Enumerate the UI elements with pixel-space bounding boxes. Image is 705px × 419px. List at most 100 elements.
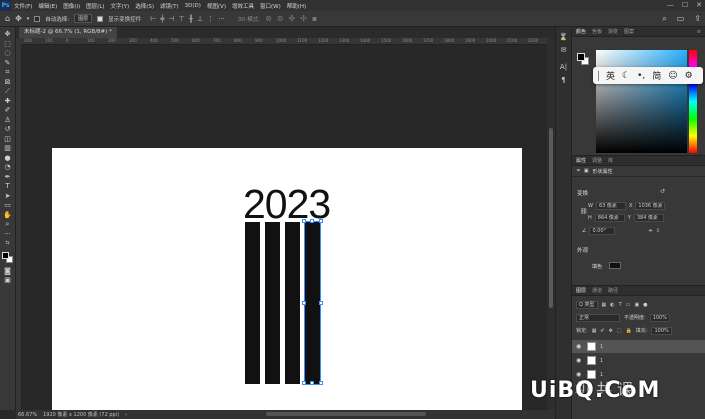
transform-handle-mr[interactable] (319, 301, 323, 305)
layer-name[interactable]: 1 (600, 358, 603, 364)
fill-color-swatch[interactable] (609, 262, 621, 269)
fill-pct-field[interactable]: 100% (651, 326, 672, 335)
show-transform-checkbox[interactable] (97, 15, 104, 22)
panel-color-swatches[interactable] (577, 53, 589, 65)
document-tab[interactable]: 未标题-2 @ 66.7% (1, RGB/8#) * (19, 27, 117, 38)
align-left-icon[interactable]: ⊢ (150, 15, 156, 23)
menu-image[interactable]: 图像(I) (60, 2, 83, 10)
eyedropper-icon[interactable]: ⟋ (1, 87, 15, 97)
tab-layers[interactable]: 图层 (576, 287, 586, 294)
marquee-icon[interactable]: ⬚ (1, 40, 15, 50)
layer-name[interactable]: 1 (600, 344, 603, 350)
quick-mask-icon[interactable]: ◙ (1, 267, 15, 277)
minimize-button[interactable]: — (667, 1, 674, 9)
align-hcenter-icon[interactable]: ╪ (160, 15, 164, 23)
horizontal-scroll-thumb[interactable] (266, 412, 426, 416)
zoom-icon[interactable]: ⌕ (1, 220, 15, 230)
pen-icon[interactable]: ✒ (1, 173, 15, 183)
3d-orbit-icon[interactable]: ⊛ (265, 14, 272, 23)
paragraph-icon[interactable]: ¶ (561, 76, 565, 84)
close-button[interactable]: ✕ (696, 1, 702, 9)
appearance-section[interactable]: 外观 (577, 246, 588, 254)
more-options-icon[interactable]: ··· (218, 15, 225, 23)
y-field[interactable]: 384 像素 (633, 214, 664, 222)
flip-v-icon[interactable]: ⇳ (656, 228, 660, 234)
menu-file[interactable]: 文件(F) (11, 2, 35, 10)
x-field[interactable]: 1036 像素 (635, 202, 666, 210)
crop-icon[interactable]: ⌗ (1, 68, 15, 78)
color-picker-field[interactable] (596, 50, 687, 153)
layer-row-selected[interactable]: ◉ 1 (572, 340, 705, 353)
transform-handle-ml[interactable] (302, 301, 306, 305)
canvas-bar-2[interactable] (265, 222, 280, 384)
canvas-bar-3[interactable] (285, 222, 300, 384)
path-select-icon[interactable]: ➤ (1, 192, 15, 202)
panel-menu-icon[interactable]: ≡ (697, 29, 701, 35)
reset-icon[interactable]: ↺ (660, 188, 665, 195)
blend-mode-dropdown[interactable]: 正常 (576, 313, 620, 322)
lock-pixels-icon[interactable]: ▦ (592, 328, 597, 334)
history-icon[interactable]: ⌛ (559, 33, 568, 41)
filter-toggle-icon[interactable]: ● (643, 302, 647, 308)
distribute-icon[interactable]: ⋮ (207, 15, 214, 23)
color-swatches[interactable] (1, 251, 15, 265)
link-icon[interactable]: ⛓ (580, 208, 588, 215)
gear-icon[interactable]: ⚙ (685, 71, 693, 81)
canvas-area[interactable]: 2023 (22, 45, 547, 410)
align-vcenter-icon[interactable]: ╫ (189, 15, 193, 23)
ime-language-toggle[interactable]: 英 (606, 69, 615, 82)
filter-adjust-icon[interactable]: ◐ (610, 302, 614, 308)
foreground-color[interactable] (1, 251, 9, 259)
search-icon[interactable]: ⌕ (662, 14, 666, 24)
transform-handle-tl[interactable] (302, 219, 306, 223)
punctuation-icon[interactable]: •, (637, 71, 645, 81)
3d-slide-icon[interactable]: ✣ (300, 14, 307, 23)
vertical-scrollbar[interactable] (547, 38, 555, 410)
tab-paths[interactable]: 路径 (608, 287, 618, 294)
frame-icon[interactable]: ⊠ (1, 78, 15, 88)
tab-swatches[interactable]: 色板 (592, 28, 602, 35)
character-icon[interactable]: A| (560, 63, 567, 71)
tab-patterns[interactable]: 图案 (624, 28, 634, 35)
chevron-down-icon[interactable]: ▾ (27, 16, 30, 22)
document-info[interactable]: 1920 像素 x 1200 像素 (72 ppi) (43, 411, 119, 418)
healing-icon[interactable]: ✚ (1, 97, 15, 107)
transform-handle-tr[interactable] (319, 219, 323, 223)
menu-filter[interactable]: 滤镜(T) (157, 2, 182, 10)
filter-type-icon[interactable]: T (619, 302, 622, 308)
filter-shape-icon[interactable]: ▭ (626, 302, 631, 308)
rectangle-icon[interactable]: ▭ (1, 201, 15, 211)
menu-help[interactable]: 帮助(H) (284, 2, 309, 10)
brush-icon[interactable]: ✐ (1, 106, 15, 116)
history-brush-icon[interactable]: ↺ (1, 125, 15, 135)
transform-handle-bm[interactable] (310, 381, 314, 385)
dodge-icon[interactable]: ◔ (1, 163, 15, 173)
eye-icon[interactable]: ◉ (576, 343, 583, 350)
auto-select-checkbox[interactable] (34, 15, 41, 22)
3d-roll-icon[interactable]: ⊚ (277, 14, 284, 23)
transform-section[interactable]: 变换 (577, 189, 588, 197)
transform-handle-bl[interactable] (302, 381, 306, 385)
menu-view[interactable]: 视图(V) (204, 2, 229, 10)
workspace-icon[interactable]: ▭ (677, 14, 685, 24)
menu-type[interactable]: 文字(Y) (108, 2, 133, 10)
screen-mode-icon[interactable]: ▣ (1, 276, 15, 286)
tab-properties[interactable]: 属性 (576, 157, 586, 164)
lock-all-icon[interactable]: 🔒 (626, 328, 632, 334)
align-bottom-icon[interactable]: ⊥ (197, 15, 203, 23)
comments-icon[interactable]: ✉ (561, 46, 567, 54)
moon-icon[interactable]: ☾ (622, 71, 630, 81)
tab-channels[interactable]: 通道 (592, 287, 602, 294)
menu-layer[interactable]: 图层(L) (83, 2, 107, 10)
menu-plugins[interactable]: 增效工具 (229, 2, 257, 10)
chevron-right-icon[interactable]: › (125, 412, 127, 418)
opacity-field[interactable]: 100% (649, 313, 670, 322)
move-icon[interactable]: ✥ (1, 30, 15, 40)
3d-pan-icon[interactable]: ✜ (289, 14, 296, 23)
move-tool-icon[interactable]: ✥ (15, 14, 22, 23)
lock-brush-icon[interactable]: ✐ (600, 328, 604, 334)
menu-select[interactable]: 选择(S) (132, 2, 157, 10)
flip-h-icon[interactable]: ⇹ (648, 228, 652, 234)
transform-handle-tm[interactable] (310, 219, 314, 223)
document-canvas[interactable]: 2023 (52, 148, 522, 410)
